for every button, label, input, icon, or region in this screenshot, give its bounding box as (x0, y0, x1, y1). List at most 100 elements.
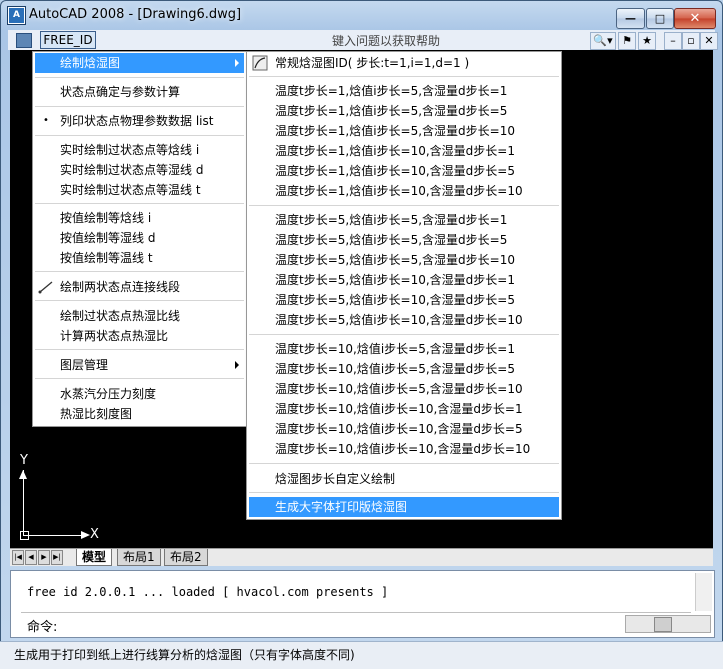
minimize-icon: — (625, 12, 636, 25)
doc-minimize-icon[interactable]: – (664, 32, 682, 50)
window-title: AutoCAD 2008 - [Drawing6.dwg] (29, 7, 242, 22)
submenu-item-standard[interactable]: 常规焓湿图ID( 步长:t=1,i=1,d=1 ) (249, 53, 559, 73)
submenu-item-step[interactable]: 温度t步长=10,焓值i步长=10,含湿量d步长=1 (249, 399, 559, 419)
menu-item-value-i[interactable]: 按值绘制等焓线 i (35, 208, 244, 228)
menu-item-label: 温度t步长=5,焓值i步长=5,含湿量d步长=5 (275, 233, 508, 247)
submenu-item-step[interactable]: 温度t步长=1,焓值i步长=5,含湿量d步长=10 (249, 121, 559, 141)
menu-item-label: 温度t步长=1,焓值i步长=10,含湿量d步长=10 (275, 184, 523, 198)
chart-curve-icon (252, 55, 268, 71)
submenu-item-large-print[interactable]: 生成大字体打印版焓湿图 (249, 497, 559, 517)
menu-item-label: 热湿比刻度图 (60, 407, 133, 421)
maximize-icon: □ (654, 12, 666, 25)
menu-item-connect-line[interactable]: 绘制两状态点连接线段 (35, 277, 244, 297)
menu-item-value-d[interactable]: 按值绘制等湿线 d (35, 228, 244, 248)
submenu-item-step[interactable]: 温度t步长=10,焓值i步长=5,含湿量d步长=1 (249, 339, 559, 359)
close-icon: ✕ (689, 11, 701, 26)
menu-item-draw-chart[interactable]: 绘制焓湿图 (35, 53, 244, 73)
prev-tab-icon[interactable]: ◀ (25, 550, 37, 565)
menu-item-label: 生成大字体打印版焓湿图 (275, 500, 408, 514)
submenu-item-step[interactable]: 温度t步长=5,焓值i步长=10,含湿量d步长=10 (249, 310, 559, 330)
communication-center-icon[interactable]: ⚑ (618, 32, 636, 50)
submenu-arrow-icon (235, 361, 239, 369)
submenu-item-step[interactable]: 温度t步长=5,焓值i步长=5,含湿量d步长=1 (249, 210, 559, 230)
menu-item-label: 温度t步长=1,焓值i步长=5,含湿量d步长=5 (275, 104, 508, 118)
menu-item-label: 温度t步长=1,焓值i步长=5,含湿量d步长=10 (275, 124, 515, 138)
menu-item-label: 绘制两状态点连接线段 (60, 280, 181, 294)
document-icon[interactable] (16, 33, 32, 48)
search-help-icon[interactable]: 🔍▾ (590, 32, 616, 50)
submenu-item-step[interactable]: 温度t步长=1,焓值i步长=10,含湿量d步长=1 (249, 141, 559, 161)
ucs-y-label: Y (20, 453, 28, 468)
command-history: free id 2.0.0.1 ... loaded [ hvacol.com … (27, 585, 389, 599)
submenu-item-step[interactable]: 温度t步长=10,焓值i步长=5,含湿量d步长=5 (249, 359, 559, 379)
menu-item-label: 温度t步长=10,焓值i步长=10,含湿量d步长=10 (275, 442, 531, 456)
submenu-item-step[interactable]: 温度t步长=1,焓值i步长=5,含湿量d步长=5 (249, 101, 559, 121)
menu-separator (249, 334, 559, 335)
menu-item-ratio-calc[interactable]: 计算两状态点热湿比 (35, 326, 244, 346)
status-text: 生成用于打印到纸上进行线算分析的焓湿图（只有字体高度不同) (14, 648, 355, 662)
scroll-thumb[interactable] (654, 617, 672, 632)
command-window[interactable]: free id 2.0.0.1 ... loaded [ hvacol.com … (10, 570, 715, 638)
tab-model[interactable]: 模型 (76, 549, 113, 566)
menu-separator (35, 271, 244, 272)
menu-item-label: 温度t步长=10,焓值i步长=10,含湿量d步长=5 (275, 422, 523, 436)
menu-item-label: 按值绘制等焓线 i (60, 211, 152, 225)
command-horizontal-scrollbar[interactable] (625, 615, 711, 633)
submenu-item-step[interactable]: 温度t步长=5,焓值i步长=10,含湿量d步长=1 (249, 270, 559, 290)
next-tab-icon[interactable]: ▶ (38, 550, 50, 565)
command-divider (21, 612, 691, 613)
autocad-app-icon[interactable]: A (8, 7, 25, 24)
title-bar[interactable]: A AutoCAD 2008 - [Drawing6.dwg] — □ ✕ (0, 0, 723, 30)
menu-item-ratio-scale[interactable]: 热湿比刻度图 (35, 404, 244, 424)
menu-item-label: 图层管理 (60, 358, 109, 372)
submenu-item-step[interactable]: 温度t步长=5,焓值i步长=5,含湿量d步长=5 (249, 230, 559, 250)
menu-separator (35, 135, 244, 136)
first-tab-icon[interactable]: |◀ (12, 550, 24, 565)
drawing-scrollbar[interactable] (696, 50, 713, 548)
menu-free-id[interactable]: FREE_ID (40, 31, 96, 49)
menu-separator (35, 106, 244, 107)
menu-item-realtime-i[interactable]: 实时绘制过状态点等焓线 i (35, 140, 244, 160)
menu-separator (249, 463, 559, 464)
menu-separator (35, 77, 244, 78)
help-search-input[interactable]: 键入问题以获取帮助 (332, 32, 440, 49)
submenu-item-step[interactable]: 温度t步长=5,焓值i步长=10,含湿量d步长=5 (249, 290, 559, 310)
menu-item-vapor-scale[interactable]: 水蒸汽分压力刻度 (35, 384, 244, 404)
menu-item-label: 温度t步长=10,焓值i步长=5,含湿量d步长=10 (275, 382, 523, 396)
command-vertical-scrollbar[interactable] (695, 573, 712, 611)
favorites-star-icon[interactable]: ★ (638, 32, 656, 50)
submenu-item-step[interactable]: 温度t步长=1,焓值i步长=5,含湿量d步长=1 (249, 81, 559, 101)
draw-chart-submenu: 常规焓湿图ID( 步长:t=1,i=1,d=1 ) 温度t步长=1,焓值i步长=… (246, 51, 562, 520)
menu-item-state-calc[interactable]: 状态点确定与参数计算 (35, 82, 244, 102)
menu-item-list-params[interactable]: • 列印状态点物理参数数据 list (35, 111, 244, 131)
menu-item-realtime-t[interactable]: 实时绘制过状态点等温线 t (35, 180, 244, 200)
submenu-item-step[interactable]: 温度t步长=5,焓值i步长=5,含湿量d步长=10 (249, 250, 559, 270)
menu-item-label: 按值绘制等湿线 d (60, 231, 156, 245)
last-tab-icon[interactable]: ▶| (51, 550, 63, 565)
free-id-menu: 绘制焓湿图 状态点确定与参数计算 • 列印状态点物理参数数据 list 实时绘制… (32, 51, 247, 427)
command-prompt[interactable]: 命令: (27, 616, 57, 635)
menu-separator (35, 378, 244, 379)
doc-restore-icon[interactable]: ▫ (682, 32, 700, 50)
minimize-button[interactable]: — (616, 8, 645, 29)
submenu-item-step[interactable]: 温度t步长=1,焓值i步长=10,含湿量d步长=10 (249, 181, 559, 201)
menu-item-label: 温度t步长=5,焓值i步长=10,含湿量d步长=5 (275, 293, 515, 307)
submenu-item-step[interactable]: 温度t步长=10,焓值i步长=10,含湿量d步长=5 (249, 419, 559, 439)
menu-item-ratio-line[interactable]: 绘制过状态点热湿比线 (35, 306, 244, 326)
submenu-item-custom[interactable]: 焓湿图步长自定义绘制 (249, 469, 559, 489)
close-button[interactable]: ✕ (674, 8, 716, 29)
tab-layout2[interactable]: 布局2 (164, 549, 208, 566)
submenu-item-step[interactable]: 温度t步长=10,焓值i步长=5,含湿量d步长=10 (249, 379, 559, 399)
menu-separator (249, 205, 559, 206)
menu-item-label: 绘制过状态点热湿比线 (60, 309, 181, 323)
submenu-item-step[interactable]: 温度t步长=10,焓值i步长=10,含湿量d步长=10 (249, 439, 559, 459)
maximize-button[interactable]: □ (646, 8, 674, 29)
submenu-item-step[interactable]: 温度t步长=1,焓值i步长=10,含湿量d步长=5 (249, 161, 559, 181)
doc-close-icon[interactable]: ✕ (700, 32, 718, 50)
tab-layout1[interactable]: 布局1 (117, 549, 161, 566)
menu-item-layers[interactable]: 图层管理 (35, 355, 244, 375)
menu-item-label: 实时绘制过状态点等湿线 d (60, 163, 204, 177)
menu-separator (35, 203, 244, 204)
menu-item-realtime-d[interactable]: 实时绘制过状态点等湿线 d (35, 160, 244, 180)
menu-item-value-t[interactable]: 按值绘制等温线 t (35, 248, 244, 268)
